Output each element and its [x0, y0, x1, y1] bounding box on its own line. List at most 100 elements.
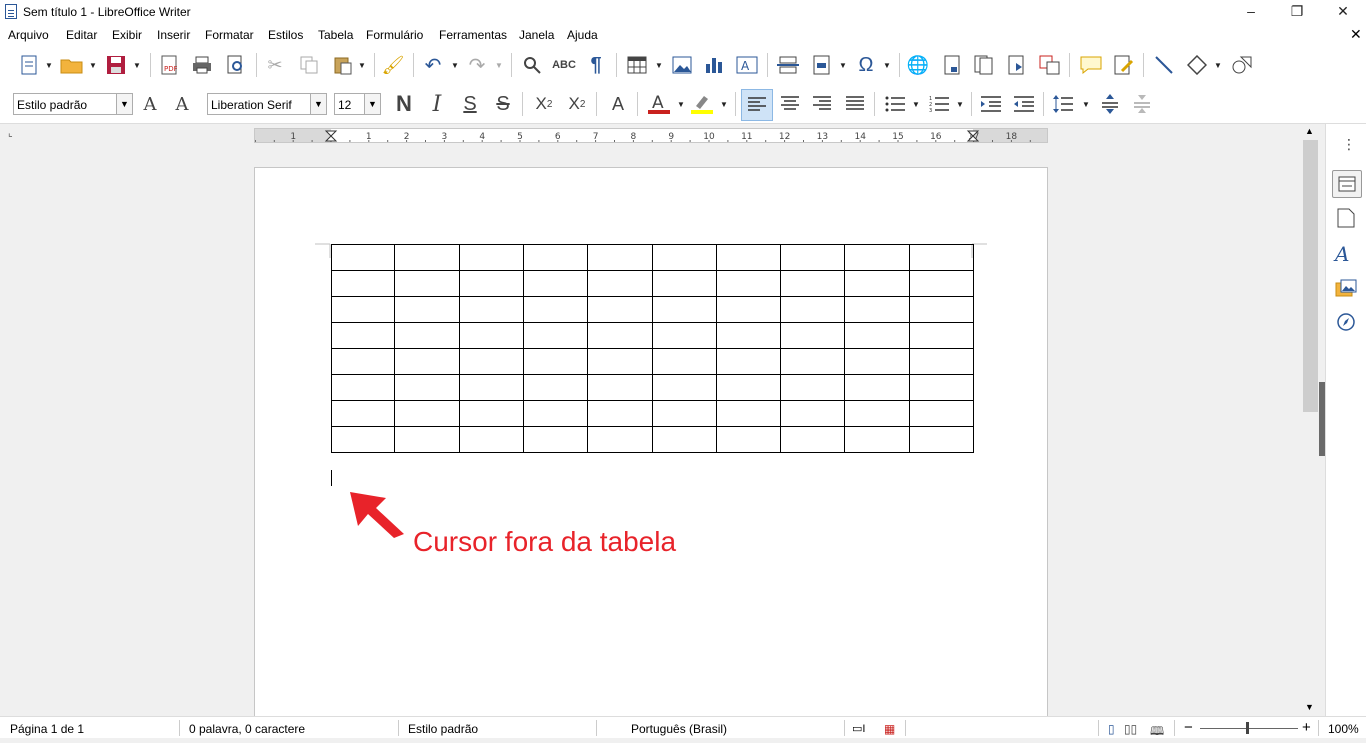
table-cell[interactable]: [394, 400, 460, 427]
table-cell[interactable]: [844, 296, 910, 323]
chevron-down-icon[interactable]: ▼: [677, 100, 685, 109]
font-color-icon[interactable]: A: [647, 92, 671, 116]
insert-chart-icon[interactable]: [702, 53, 726, 77]
paste-icon[interactable]: [331, 53, 355, 77]
chevron-down-icon[interactable]: ▼: [451, 61, 459, 70]
table-cell[interactable]: [459, 270, 524, 297]
sidebar-menu-icon[interactable]: ⋮: [1342, 136, 1356, 153]
table-cell[interactable]: [844, 426, 910, 453]
track-changes-icon[interactable]: [1112, 53, 1136, 77]
zoom-in-icon[interactable]: +: [1302, 719, 1311, 736]
menu-ferramentas[interactable]: Ferramentas: [439, 28, 507, 42]
close-button[interactable]: ✕: [1320, 0, 1366, 24]
table-cell[interactable]: [652, 244, 717, 271]
table-cell[interactable]: [331, 322, 395, 349]
table-cell[interactable]: [394, 244, 460, 271]
minimize-button[interactable]: –: [1228, 0, 1274, 24]
insert-mode-icon[interactable]: ▭I: [852, 722, 865, 735]
scroll-down-icon[interactable]: ▼: [1305, 702, 1314, 712]
table-cell[interactable]: [909, 348, 974, 375]
word-count[interactable]: 0 palavra, 0 caractere: [189, 722, 305, 736]
insert-line-icon[interactable]: [1152, 53, 1176, 77]
table-cell[interactable]: [844, 244, 910, 271]
table-cell[interactable]: [587, 400, 653, 427]
table-cell[interactable]: [459, 244, 524, 271]
chevron-down-icon[interactable]: ▼: [364, 94, 380, 114]
table-cell[interactable]: [844, 348, 910, 375]
align-right-icon[interactable]: [810, 92, 834, 116]
chevron-down-icon[interactable]: ▼: [1214, 61, 1222, 70]
superscript-icon[interactable]: X2: [532, 92, 556, 116]
align-left-icon[interactable]: [741, 89, 773, 121]
table-cell[interactable]: [523, 244, 588, 271]
formatting-marks-icon[interactable]: ¶: [584, 53, 608, 77]
table-cell[interactable]: [523, 270, 588, 297]
table-cell[interactable]: [587, 426, 653, 453]
table-cell[interactable]: [909, 270, 974, 297]
italic-icon[interactable]: I: [425, 92, 449, 117]
print-preview-icon[interactable]: [224, 53, 248, 77]
menu-arquivo[interactable]: Arquivo: [8, 28, 49, 42]
table-cell[interactable]: [459, 322, 524, 349]
paragraph-style-combo[interactable]: Estilo padrão ▼: [13, 93, 133, 115]
document-workspace[interactable]: ⌞ 1123456789101112131415161718: [0, 124, 1302, 727]
table-cell[interactable]: [780, 322, 845, 349]
highlight-color-icon[interactable]: [690, 92, 714, 116]
vertical-scrollbar[interactable]: ▲ ▼: [1302, 124, 1319, 716]
table-cell[interactable]: [459, 348, 524, 375]
table-cell[interactable]: [652, 400, 717, 427]
tab-stop-selector-icon[interactable]: ⌞: [8, 128, 13, 139]
navigator-icon[interactable]: [1336, 312, 1356, 335]
table-cell[interactable]: [394, 322, 460, 349]
menu-formatar[interactable]: Formatar: [205, 28, 254, 42]
font-name-combo[interactable]: Liberation Serif ▼: [207, 93, 327, 115]
insert-image-icon[interactable]: [670, 53, 694, 77]
text-language[interactable]: Português (Brasil): [631, 722, 727, 736]
table-cell[interactable]: [780, 296, 845, 323]
document-table[interactable]: [331, 244, 974, 453]
restore-button[interactable]: ❐: [1274, 0, 1320, 24]
copy-icon[interactable]: [297, 53, 321, 77]
single-page-view-icon[interactable]: ▯: [1108, 722, 1115, 736]
increase-paragraph-spacing-icon[interactable]: [1098, 92, 1122, 116]
hyperlink-icon[interactable]: 🌐: [906, 53, 930, 77]
table-cell[interactable]: [587, 270, 653, 297]
table-cell[interactable]: [716, 270, 781, 297]
table-cell[interactable]: [909, 374, 974, 401]
chevron-down-icon[interactable]: ▼: [495, 61, 503, 70]
menu-formulario[interactable]: Formulário: [366, 28, 423, 42]
cut-icon[interactable]: ✂: [263, 53, 287, 77]
zoom-out-icon[interactable]: −: [1184, 719, 1193, 736]
menu-janela[interactable]: Janela: [519, 28, 554, 42]
table-cell[interactable]: [652, 296, 717, 323]
underline-icon[interactable]: S: [458, 92, 482, 116]
chevron-down-icon[interactable]: ▼: [655, 61, 663, 70]
document-page[interactable]: [254, 167, 1048, 727]
menu-ajuda[interactable]: Ajuda: [567, 28, 598, 42]
table-cell[interactable]: [394, 426, 460, 453]
table-cell[interactable]: [587, 322, 653, 349]
table-cell[interactable]: [780, 374, 845, 401]
zoom-slider-thumb[interactable]: [1246, 722, 1249, 734]
table-cell[interactable]: [909, 322, 974, 349]
table-cell[interactable]: [716, 400, 781, 427]
table-cell[interactable]: [523, 348, 588, 375]
chevron-down-icon[interactable]: ▼: [883, 61, 891, 70]
table-cell[interactable]: [394, 270, 460, 297]
table-cell[interactable]: [394, 296, 460, 323]
table-cell[interactable]: [587, 296, 653, 323]
table-cell[interactable]: [716, 322, 781, 349]
numbered-list-icon[interactable]: 123: [927, 92, 951, 116]
table-cell[interactable]: [780, 400, 845, 427]
clear-formatting-icon[interactable]: A: [606, 92, 630, 116]
special-character-icon[interactable]: Ω: [854, 53, 878, 77]
page-style[interactable]: Estilo padrão: [408, 722, 478, 736]
table-cell[interactable]: [652, 348, 717, 375]
scroll-up-icon[interactable]: ▲: [1305, 126, 1314, 136]
update-style-icon[interactable]: A: [138, 92, 162, 116]
table-cell[interactable]: [331, 400, 395, 427]
table-cell[interactable]: [780, 270, 845, 297]
table-cell[interactable]: [909, 296, 974, 323]
redo-icon[interactable]: ↷: [465, 53, 489, 77]
table-cell[interactable]: [652, 322, 717, 349]
